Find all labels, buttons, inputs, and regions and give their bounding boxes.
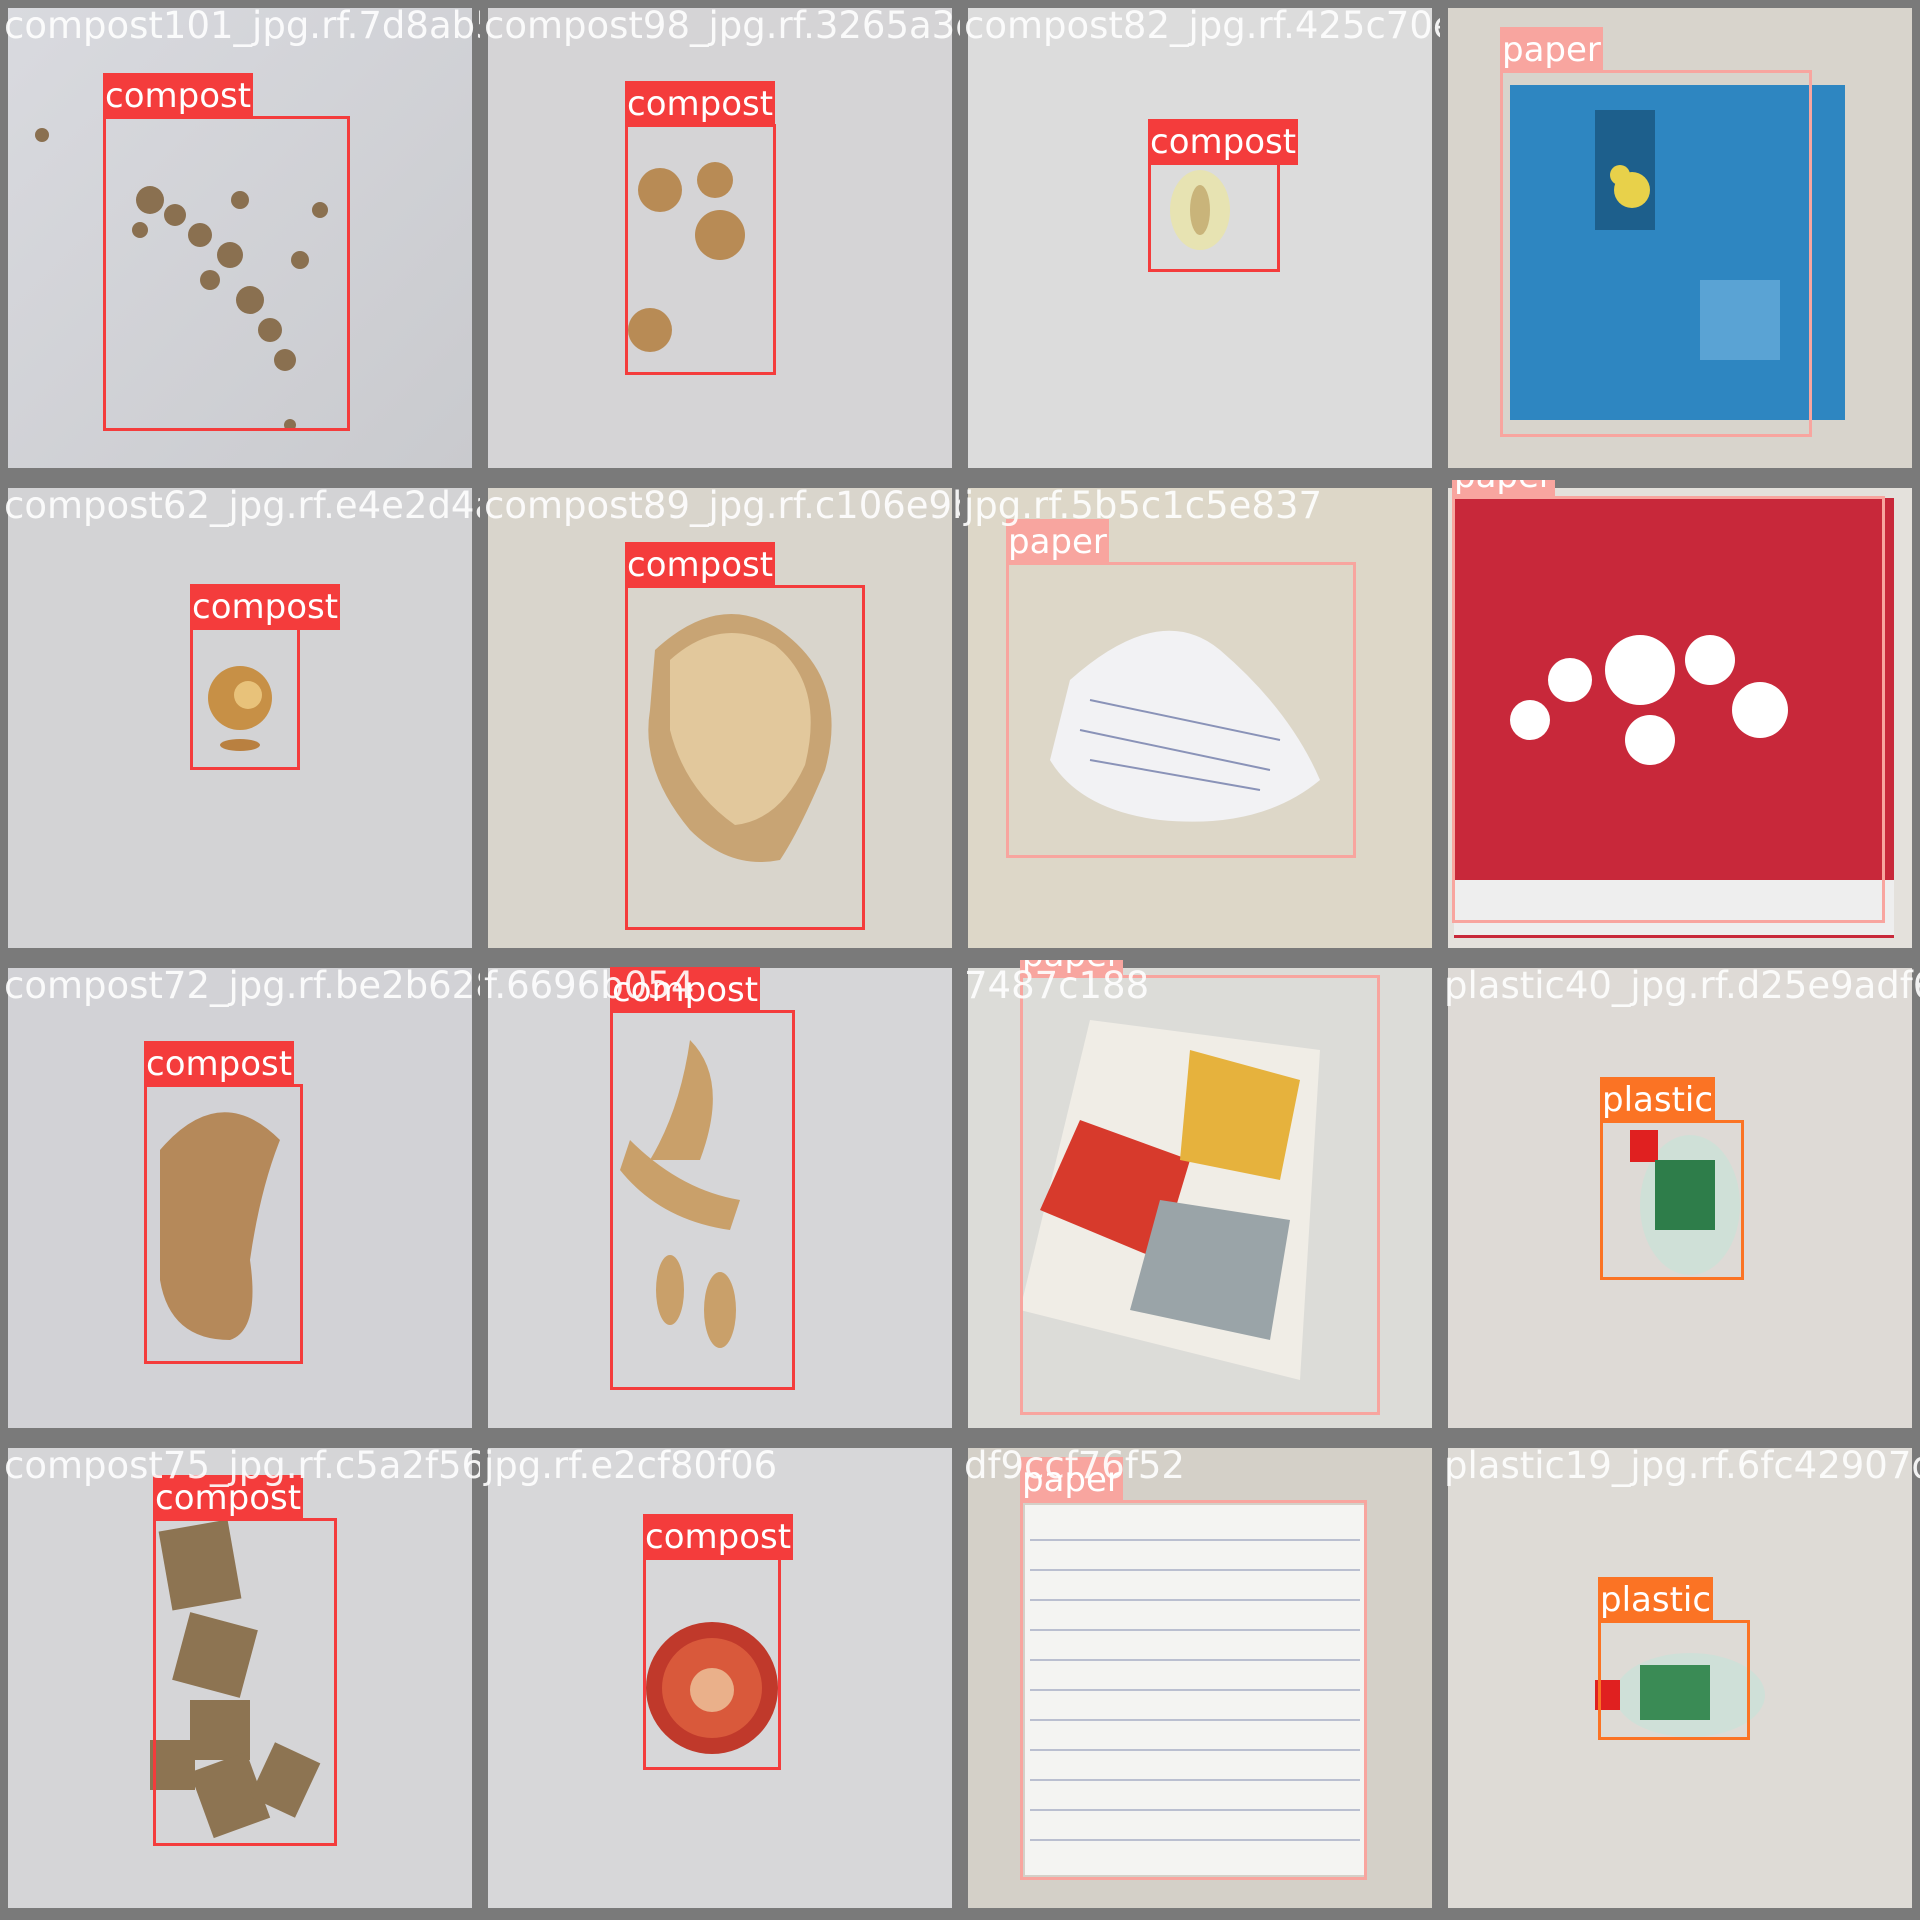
mosaic-tile-11: 7487c188 paper <box>960 960 1440 1440</box>
bounding-box-paper: paper <box>1020 1457 1367 1880</box>
box-label-compost: compost <box>103 73 254 119</box>
mosaic-tile-12: plastic40_jpg.rf.d25e9adf6cc plastic <box>1440 960 1920 1440</box>
box-label-compost: compost <box>625 81 776 127</box>
bounding-box-compost: compost <box>1148 119 1299 272</box>
box-label-compost: compost <box>643 1514 794 1560</box>
bounding-box-paper: paper <box>1020 960 1380 1415</box>
mosaic-tile-14: jpg.rf.e2cf80f06 compost <box>480 1440 960 1920</box>
bounding-box-plastic: plastic <box>1600 1077 1744 1280</box>
bounding-box-compost: compost <box>103 73 350 431</box>
bounding-box-compost: compost <box>144 1041 303 1364</box>
box-label-compost: compost <box>1148 119 1299 165</box>
mosaic-tile-15: df9ccf76f52 paper <box>960 1440 1440 1920</box>
bounding-box-paper: paper <box>1452 480 1885 923</box>
box-label-compost: compost <box>144 1041 295 1087</box>
mosaic-tile-16: plastic19_jpg.rf.6fc42907df0 plastic <box>1440 1440 1920 1920</box>
box-label-paper: paper <box>1020 960 1123 978</box>
mosaic-tile-5: compost62_jpg.rf.e4e2d4ae compost <box>0 480 480 960</box>
mosaic-tile-2: compost98_jpg.rf.3265a3d512a87 compost <box>480 0 960 480</box>
box-label-plastic: plastic <box>1600 1077 1716 1123</box>
mosaic-tile-1: compost101_jpg.rf.7d8ab5e compost <box>0 0 480 480</box>
box-label-paper: paper <box>1020 1457 1123 1503</box>
box-label-paper: paper <box>1452 480 1555 499</box>
mosaic-tile-10: f.6696b054 compost <box>480 960 960 1440</box>
bounding-box-compost: compost <box>610 967 795 1390</box>
mosaic-tile-3: compost82_jpg.rf.425c70ea5bb compost <box>960 0 1440 480</box>
box-label-compost: compost <box>153 1475 304 1521</box>
bounding-box-compost: compost <box>625 81 776 375</box>
mosaic-tile-9: compost72_jpg.rf.be2b6285 compost <box>0 960 480 1440</box>
bounding-box-compost: compost <box>625 542 865 930</box>
box-label-compost: compost <box>625 542 776 588</box>
bounding-box-compost: compost <box>190 584 341 770</box>
box-label-paper: paper <box>1006 519 1109 565</box>
bounding-box-plastic: plastic <box>1598 1577 1750 1740</box>
box-label-compost: compost <box>190 584 341 630</box>
box-label-compost: compost <box>610 967 761 1013</box>
bounding-box-compost: compost <box>643 1514 794 1770</box>
bounding-box-paper: paper <box>1500 27 1812 437</box>
mosaic-tile-7: jpg.rf.5b5c1c5e837 paper <box>960 480 1440 960</box>
mosaic-tile-4: paper <box>1440 0 1920 480</box>
mosaic-tile-8: paper <box>1440 480 1920 960</box>
box-label-paper: paper <box>1500 27 1603 73</box>
box-label-plastic: plastic <box>1598 1577 1714 1623</box>
mosaic-tile-6: compost89_jpg.rf.c106e9b38 compost <box>480 480 960 960</box>
mosaic-tile-13: compost75_jpg.rf.c5a2f5611 compost <box>0 1440 480 1920</box>
bounding-box-compost: compost <box>153 1475 337 1846</box>
bounding-box-paper: paper <box>1006 519 1356 858</box>
